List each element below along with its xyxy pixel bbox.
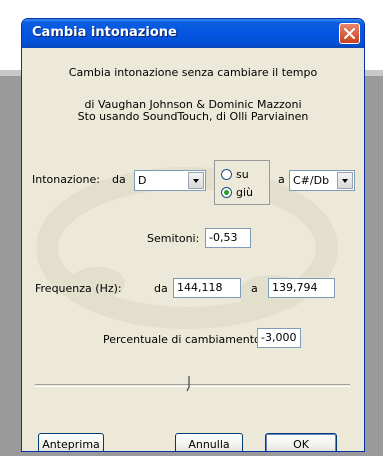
chevron-down-icon[interactable] (337, 172, 353, 189)
radio-up-button[interactable] (221, 169, 232, 180)
radio-up-label: su (236, 168, 249, 181)
credits-line-2: Sto usando SoundTouch, di Olli Parviaine… (77, 110, 309, 123)
pitch-from-value: D (138, 174, 147, 187)
frequency-to-input[interactable]: 139,794 (268, 278, 335, 298)
pitch-to-value: C#/Db (293, 174, 330, 187)
percent-slider-thumb[interactable] (186, 376, 192, 392)
direction-group: su giù (214, 160, 270, 205)
preview-button[interactable]: Anteprima (38, 433, 104, 451)
radio-down-label: giù (236, 186, 254, 199)
semitones-label: Semitoni: (147, 232, 200, 245)
radio-down-button[interactable] (221, 187, 232, 198)
dialog-title: Cambia intonazione (32, 25, 177, 40)
title-bar[interactable]: Cambia intonazione (22, 19, 364, 48)
cancel-button[interactable]: Annulla (175, 433, 243, 451)
percent-slider-track[interactable] (35, 384, 350, 387)
dialog-body: Cambia intonazione senza cambiare il tem… (25, 48, 361, 451)
pitch-to-label: a (278, 173, 285, 186)
description-text: Cambia intonazione senza cambiare il tem… (68, 66, 318, 79)
frequency-to-label: a (251, 282, 258, 295)
semitones-input[interactable]: -0,53 (205, 228, 251, 248)
percent-label: Percentuale di cambiamento: (103, 333, 265, 346)
frequency-from-input[interactable]: 144,118 (173, 278, 241, 298)
frequency-label: Frequenza (Hz): (35, 282, 122, 295)
close-button[interactable] (339, 23, 360, 44)
frequency-from-label: da (154, 282, 168, 295)
pitch-label: Intonazione: (32, 173, 100, 186)
pitch-to-select[interactable]: C#/Db (289, 170, 355, 191)
chevron-down-icon[interactable] (188, 172, 204, 189)
percent-input[interactable]: -3,000 (257, 328, 301, 348)
pitch-change-dialog: Cambia intonazione Cambia intonazione se… (21, 18, 365, 452)
ok-button[interactable]: OK (265, 433, 337, 451)
pitch-from-label: da (112, 173, 126, 186)
pitch-from-select[interactable]: D (134, 170, 206, 191)
close-icon (344, 28, 355, 39)
